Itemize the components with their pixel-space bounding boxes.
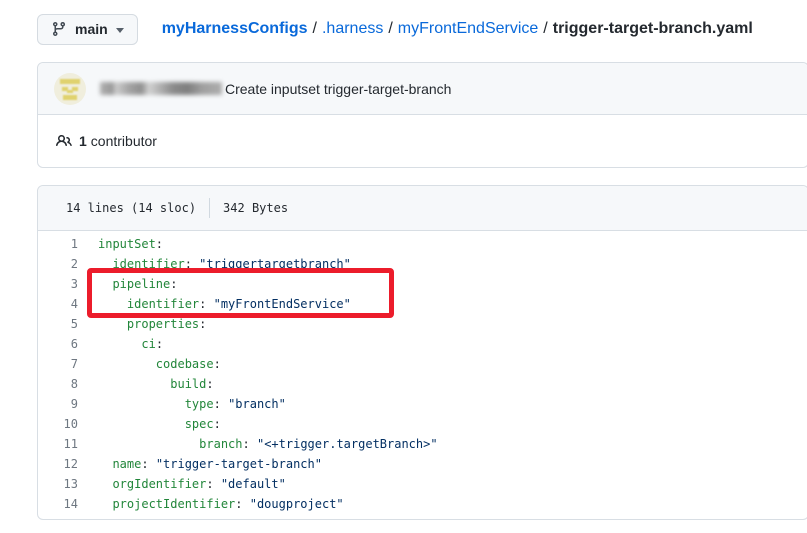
code-text: ci: (78, 334, 163, 354)
line-number[interactable]: 2 (38, 254, 78, 274)
code-line: 12 name: "trigger-target-branch" (38, 454, 807, 474)
code-text: identifier: "triggertargetbranch" (78, 254, 351, 274)
people-icon (56, 133, 72, 149)
line-number[interactable]: 3 (38, 274, 78, 294)
chevron-down-icon (116, 28, 124, 33)
code-text: build: (78, 374, 214, 394)
code-text: identifier: "myFrontEndService" (78, 294, 351, 314)
line-number[interactable]: 14 (38, 494, 78, 514)
breadcrumb-separator: / (543, 20, 547, 37)
code-line: 8 build: (38, 374, 807, 394)
line-number[interactable]: 6 (38, 334, 78, 354)
divider (209, 198, 210, 218)
avatar-pattern (63, 95, 77, 100)
breadcrumb-separator: / (313, 20, 317, 37)
code-text: type: "branch" (78, 394, 286, 414)
code-text: pipeline: (78, 274, 177, 294)
commit-message[interactable]: Create inputset trigger-target-branch (225, 81, 451, 97)
line-number[interactable]: 1 (38, 234, 78, 254)
breadcrumb-bar: main myHarnessConfigs/.harness/myFrontEn… (37, 13, 807, 45)
code-text: orgIdentifier: "default" (78, 474, 286, 494)
line-number[interactable]: 7 (38, 354, 78, 374)
avatar-pattern (67, 90, 73, 93)
file-meta-header: 14 lines (14 sloc) 342 Bytes (38, 186, 807, 231)
code-line: 11 branch: "<+trigger.targetBranch>" (38, 434, 807, 454)
code-line: 3 pipeline: (38, 274, 807, 294)
file-view: main myHarnessConfigs/.harness/myFrontEn… (37, 0, 807, 520)
commit-author-redacted[interactable] (100, 82, 222, 95)
commit-box: Create inputset trigger-target-branch 1 … (37, 62, 807, 168)
line-number[interactable]: 5 (38, 314, 78, 334)
code-text: name: "trigger-target-branch" (78, 454, 322, 474)
contributor-count: 1 (79, 133, 87, 149)
code-viewer: 1inputSet:2 identifier: "triggertargetbr… (38, 231, 807, 519)
code-line: 5 properties: (38, 314, 807, 334)
code-line: 14 projectIdentifier: "dougproject" (38, 494, 807, 514)
line-number[interactable]: 4 (38, 294, 78, 314)
code-text: properties: (78, 314, 206, 334)
avatar-pattern (60, 79, 80, 84)
breadcrumb: myHarnessConfigs/.harness/myFrontEndServ… (162, 20, 753, 38)
code-line: 7 codebase: (38, 354, 807, 374)
contributors-row[interactable]: 1 contributor (38, 115, 807, 167)
code-line: 2 identifier: "triggertargetbranch" (38, 254, 807, 274)
line-number[interactable]: 12 (38, 454, 78, 474)
file-lines-info: 14 lines (14 sloc) (66, 201, 196, 215)
code-text: inputSet: (78, 234, 163, 254)
line-number[interactable]: 13 (38, 474, 78, 494)
code-text: projectIdentifier: "dougproject" (78, 494, 344, 514)
code-line: 9 type: "branch" (38, 394, 807, 414)
branch-selector-button[interactable]: main (37, 14, 138, 45)
contributor-label: contributor (91, 133, 157, 149)
code-line: 10 spec: (38, 414, 807, 434)
git-branch-icon (51, 21, 67, 37)
branch-name: main (75, 21, 108, 37)
latest-commit-header: Create inputset trigger-target-branch (38, 63, 807, 115)
code-line: 6 ci: (38, 334, 807, 354)
file-size: 342 Bytes (223, 201, 288, 215)
code-text: codebase: (78, 354, 221, 374)
code-line: 1inputSet: (38, 234, 807, 254)
breadcrumb-repo-link[interactable]: myHarnessConfigs (162, 20, 308, 37)
code-line: 13 orgIdentifier: "default" (38, 474, 807, 494)
file-content-box: 14 lines (14 sloc) 342 Bytes 1inputSet:2… (37, 185, 807, 520)
code-text: branch: "<+trigger.targetBranch>" (78, 434, 438, 454)
avatar[interactable] (54, 73, 86, 105)
line-number[interactable]: 9 (38, 394, 78, 414)
line-number[interactable]: 11 (38, 434, 78, 454)
breadcrumb-dir-link[interactable]: .harness (322, 20, 383, 37)
breadcrumb-filename: trigger-target-branch.yaml (553, 20, 753, 37)
line-number[interactable]: 10 (38, 414, 78, 434)
breadcrumb-dir-link[interactable]: myFrontEndService (398, 20, 539, 37)
line-number[interactable]: 8 (38, 374, 78, 394)
breadcrumb-separator: / (388, 20, 392, 37)
code-line: 4 identifier: "myFrontEndService" (38, 294, 807, 314)
code-text: spec: (78, 414, 221, 434)
